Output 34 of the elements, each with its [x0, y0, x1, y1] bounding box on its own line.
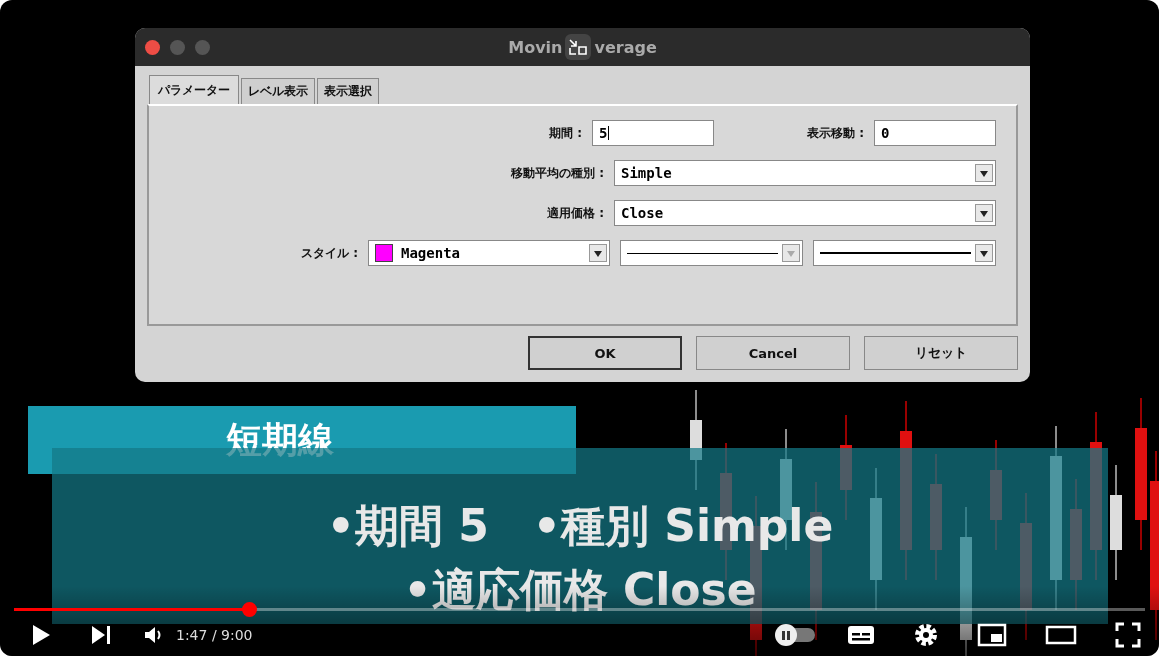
next-icon[interactable]: [90, 624, 112, 646]
line-width-dropdown[interactable]: [813, 240, 996, 266]
field-label: 期間 :: [548, 124, 582, 142]
color-dropdown[interactable]: Magenta: [368, 240, 610, 266]
dialog-button[interactable]: Cancel: [696, 336, 850, 370]
dialog-button[interactable]: リセット: [864, 336, 1018, 370]
play-icon[interactable]: [30, 623, 52, 647]
pause-icon: [782, 630, 790, 640]
dropdown[interactable]: Close: [614, 200, 996, 226]
dropdown[interactable]: Simple: [614, 160, 996, 186]
tab[interactable]: 表示選択: [317, 78, 379, 104]
time-display: 1:47 / 9:00: [176, 627, 253, 643]
subtitles-icon[interactable]: [847, 624, 875, 646]
field-label: 適用価格 :: [546, 204, 604, 222]
close-button[interactable]: [145, 39, 160, 55]
exit-fullscreen-button[interactable]: [565, 34, 592, 60]
tab[interactable]: パラメーター: [149, 75, 239, 104]
field-label: 移動平均の種別 :: [510, 164, 604, 182]
tab[interactable]: レベル表示: [241, 78, 315, 104]
fullscreen-icon[interactable]: [1115, 622, 1141, 648]
exit-fullscreen-icon: [568, 38, 589, 56]
miniplayer-icon[interactable]: [977, 623, 1007, 647]
input-field[interactable]: 5: [592, 120, 714, 146]
line-style-dropdown[interactable]: [620, 240, 803, 266]
theater-mode-icon[interactable]: [1045, 624, 1077, 646]
caption-text: •期間 5 •種別 Simple: [326, 499, 834, 553]
field-label: スタイル :: [300, 244, 358, 262]
dialog-button[interactable]: OK: [528, 336, 682, 370]
field-label: 表示移動 :: [806, 124, 864, 142]
window-title: verage: [594, 37, 657, 57]
input-field[interactable]: 0: [874, 120, 996, 146]
window-title: Movin: [508, 37, 563, 57]
settings-icon[interactable]: [913, 622, 939, 648]
caption-text: •適応価格 Close: [403, 563, 757, 617]
